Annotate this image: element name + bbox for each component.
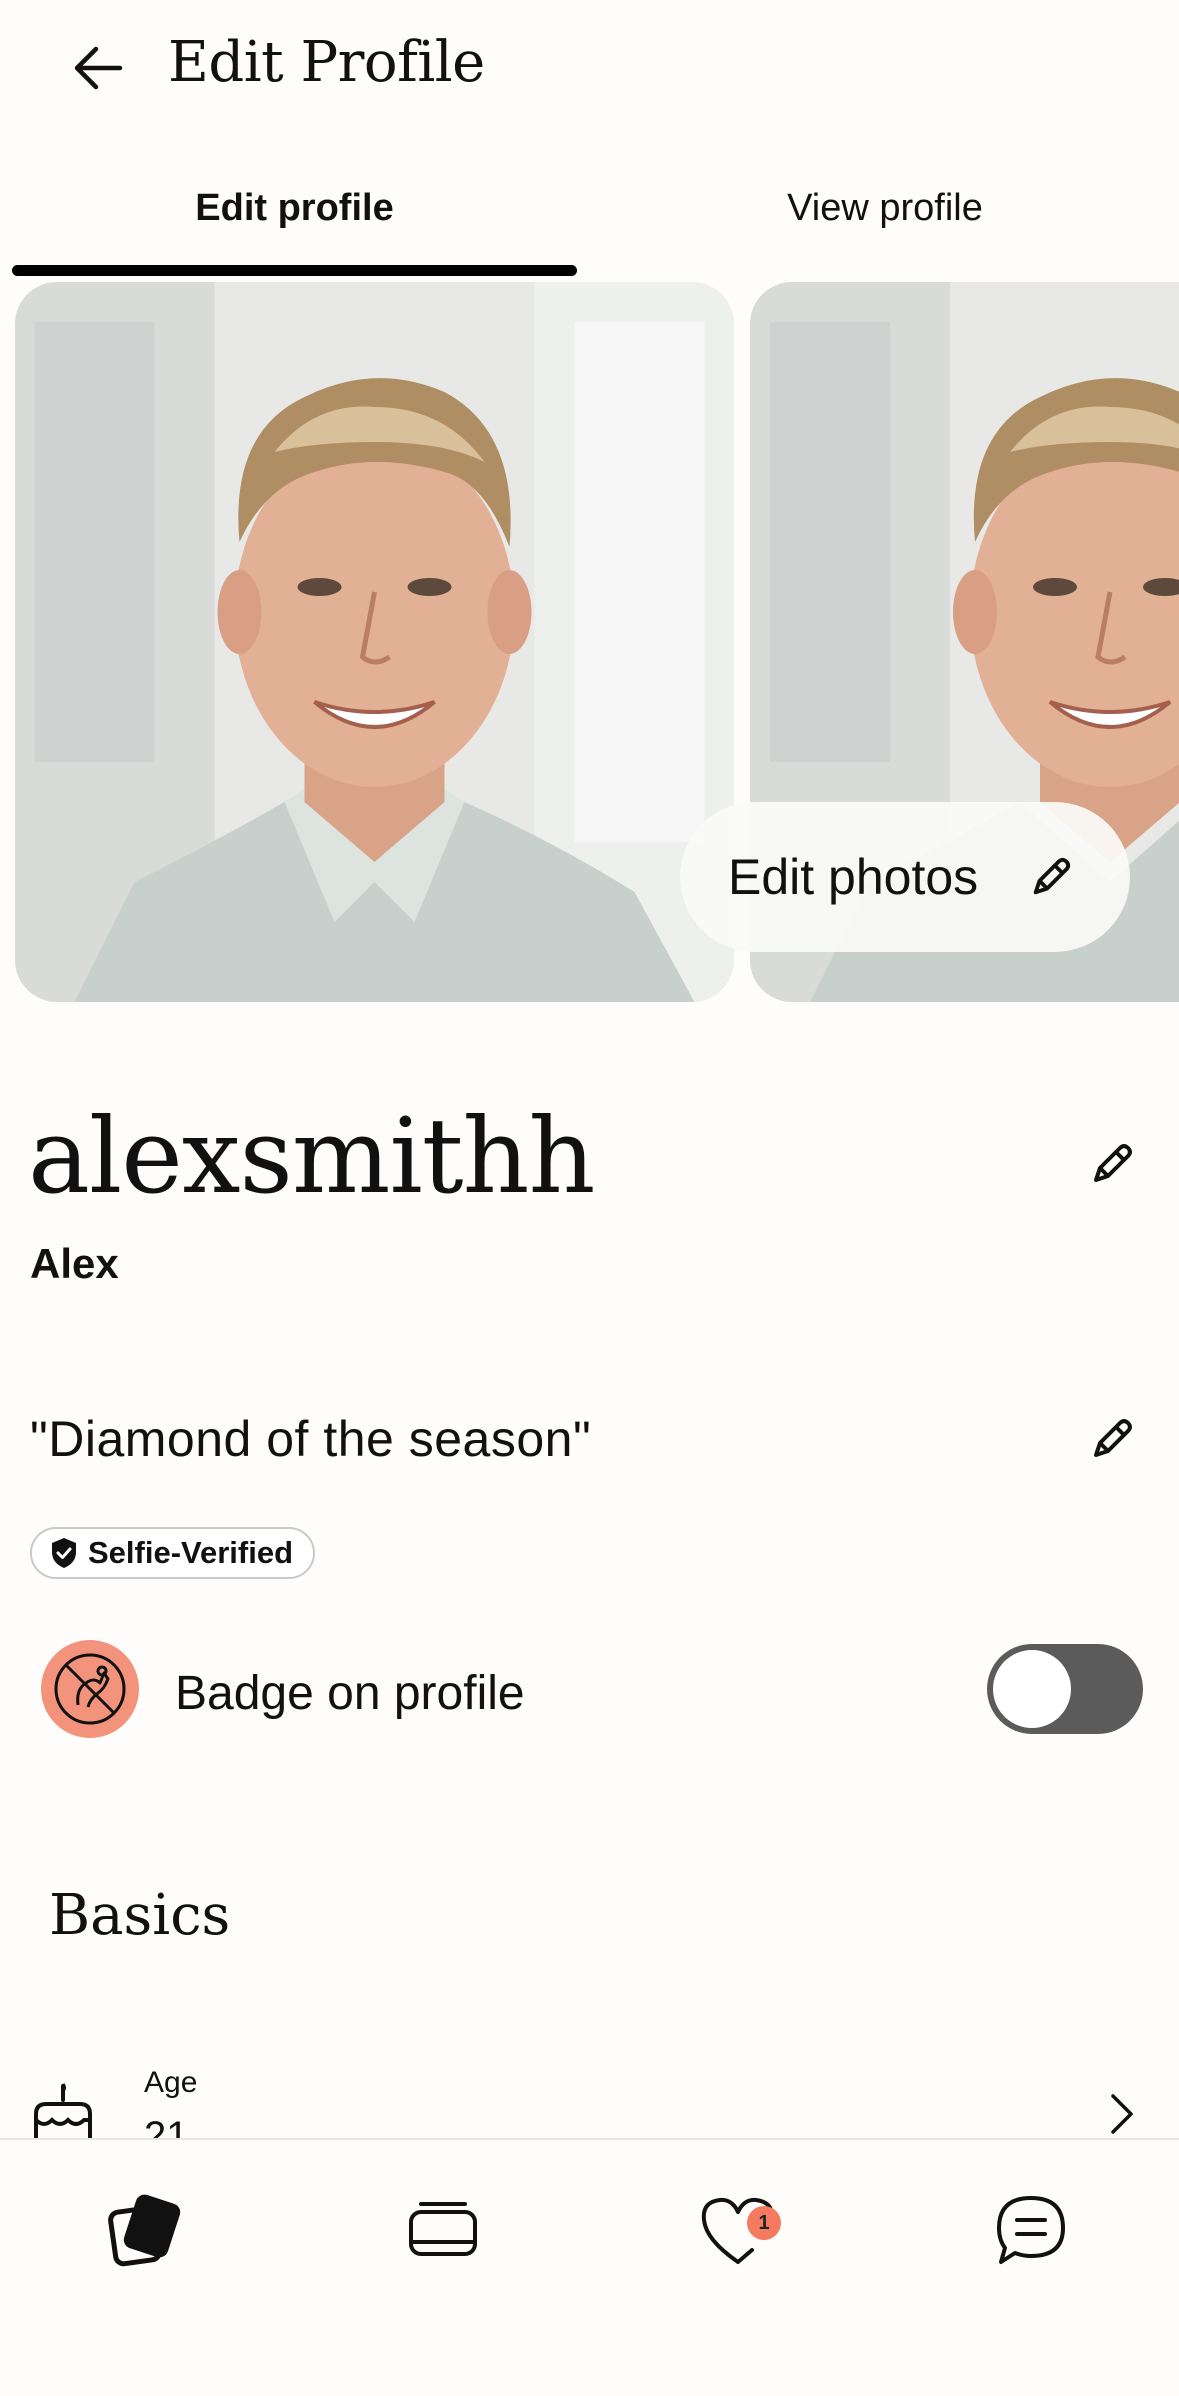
basics-item-age[interactable]: Age 21 (0, 2060, 1179, 2140)
age-label: Age (144, 2066, 198, 2099)
username: alexsmithh (28, 1095, 595, 1217)
profile-photo[interactable] (15, 282, 734, 1002)
nav-discover[interactable] (88, 2180, 198, 2280)
birthday-cake-icon (34, 2083, 92, 2140)
toggle-knob (993, 1650, 1071, 1728)
tab-edit-profile[interactable]: Edit profile (12, 187, 577, 230)
cards-icon (108, 2194, 181, 2267)
badge-on-profile-toggle[interactable] (987, 1644, 1143, 1734)
basics-section-title: Basics (49, 1883, 231, 1948)
nav-likes[interactable]: 1 (683, 2180, 793, 2280)
profile-quote: "Diamond of the season" (30, 1411, 592, 1467)
shield-check-icon (52, 1538, 76, 1568)
page-title: Edit Profile (168, 30, 485, 95)
edit-quote-pencil-icon[interactable] (1088, 1415, 1136, 1463)
badge-avatar (41, 1640, 139, 1738)
pencil-icon (1033, 857, 1071, 895)
likes-notification-badge: 1 (747, 2206, 781, 2240)
edit-username-pencil-icon[interactable] (1088, 1140, 1136, 1188)
nav-matches[interactable] (976, 2180, 1086, 2280)
edit-photos-button[interactable]: Edit photos (680, 802, 1130, 952)
verified-label: Selfie-Verified (88, 1535, 294, 1570)
edit-photos-label: Edit photos (728, 849, 979, 905)
tab-view-profile[interactable]: View profile (600, 187, 1170, 230)
badge-on-profile-row: Badge on profile (0, 1638, 1179, 1748)
display-name: Alex (30, 1240, 119, 1287)
badge-on-profile-label: Badge on profile (175, 1667, 525, 1720)
app-header: Edit Profile (0, 0, 1179, 140)
bottom-navigation: 1 (0, 2138, 1179, 2396)
back-button[interactable] (62, 32, 134, 104)
chevron-right-icon (1111, 2094, 1133, 2134)
stack-icon (409, 2202, 477, 2256)
nav-standouts[interactable] (388, 2180, 498, 2280)
arrow-left-icon (74, 46, 123, 90)
profile-tabs: Edit profile View profile (0, 165, 1179, 280)
no-selfie-badge-icon (54, 1653, 126, 1725)
selfie-verified-badge: Selfie-Verified (30, 1527, 316, 1579)
age-value: 21 (144, 2114, 189, 2140)
active-tab-indicator (12, 265, 577, 276)
chat-icon (997, 2196, 1065, 2264)
